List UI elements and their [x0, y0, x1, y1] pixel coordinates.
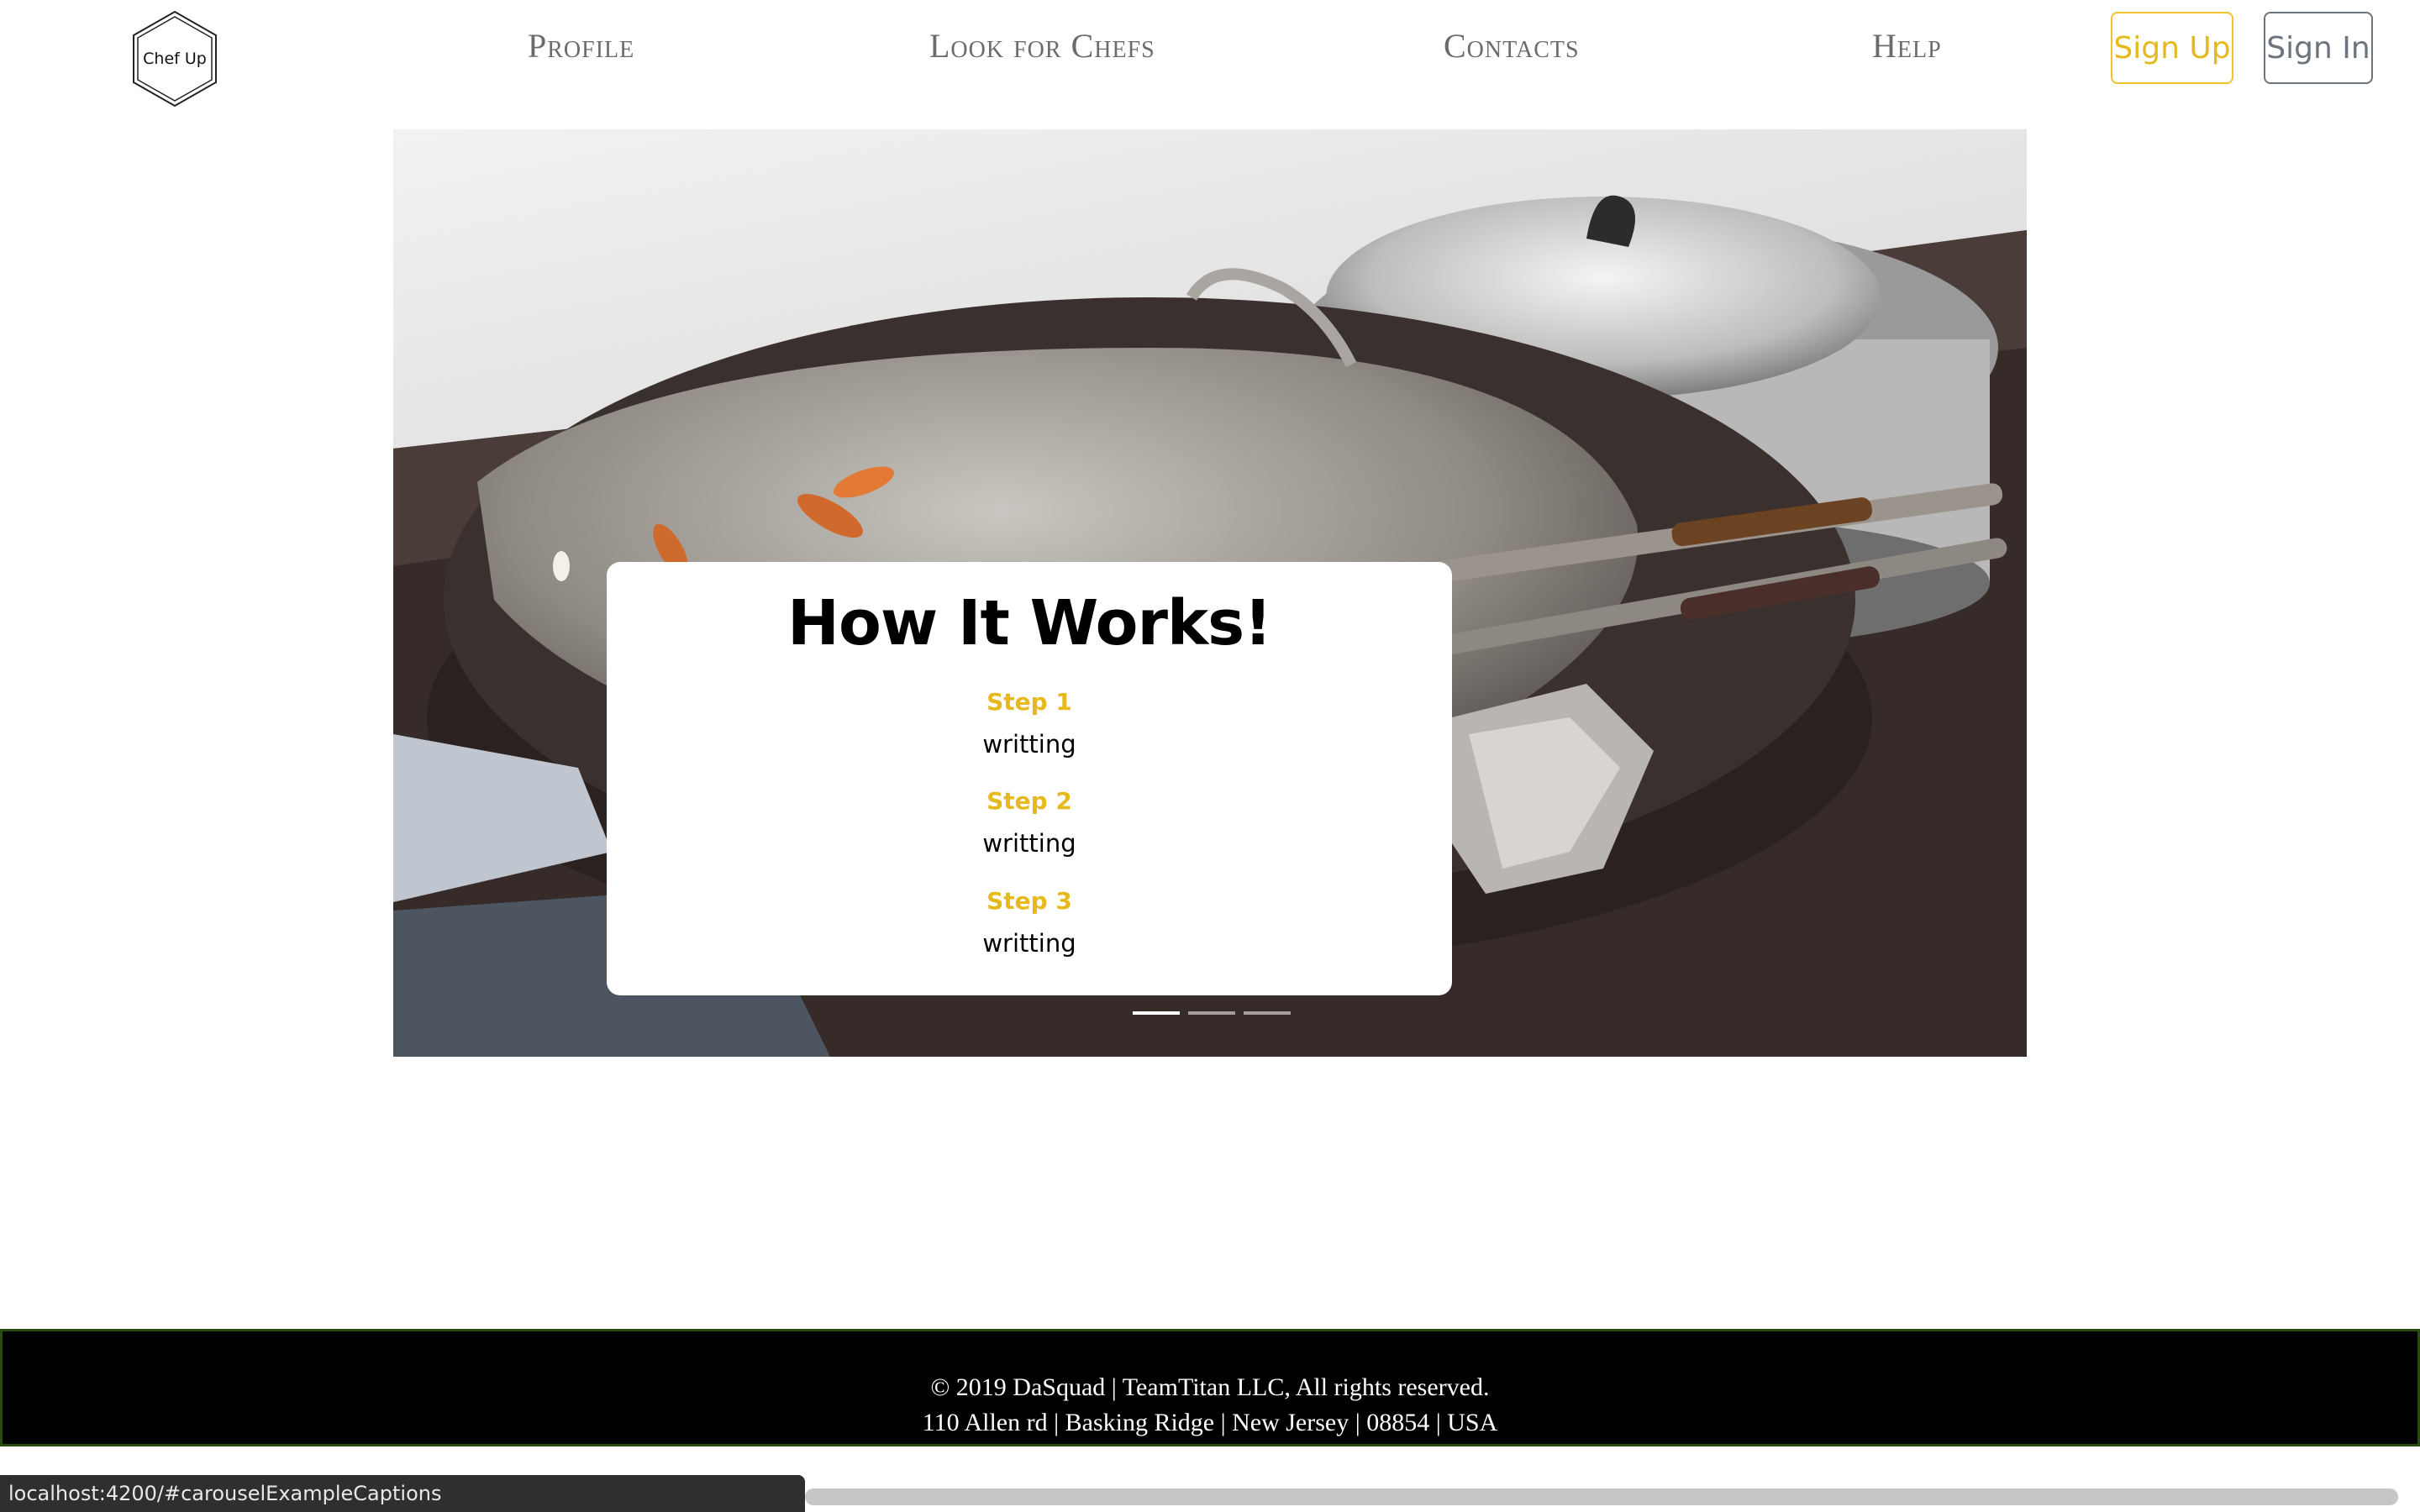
step-1-text: writting [982, 730, 1076, 759]
step-1-title: Step 1 [986, 688, 1072, 716]
sign-in-button[interactable]: Sign In [2264, 12, 2373, 84]
nav-link-profile[interactable]: Profile [528, 25, 634, 67]
brand-logo-text: Chef Up [143, 50, 207, 68]
nav-link-contacts[interactable]: Contacts [1444, 25, 1580, 67]
sign-up-button[interactable]: Sign Up [2111, 12, 2233, 84]
step-2-text: writting [982, 829, 1076, 858]
nav-link-help[interactable]: Help [1872, 25, 1942, 67]
carousel-caption-card: How It Works! Step 1 writting Step 2 wri… [607, 562, 1452, 995]
carousel-indicator-2[interactable] [1188, 1011, 1235, 1015]
brand-logo[interactable]: Chef Up [131, 10, 218, 108]
how-it-works-title: How It Works! [787, 587, 1272, 659]
footer-copyright: © 2019 DaSquad | TeamTitan LLC, All righ… [930, 1373, 1490, 1401]
step-3-text: writting [982, 929, 1076, 958]
carousel-indicators [1133, 1011, 1291, 1018]
navbar: Chef Up Profile Look for Chefs Contacts … [0, 0, 2420, 118]
horizontal-scrollbar[interactable] [805, 1488, 2398, 1505]
nav-link-look-for-chefs[interactable]: Look for Chefs [929, 25, 1155, 67]
footer: © 2019 DaSquad | TeamTitan LLC, All righ… [0, 1329, 2420, 1446]
footer-address: 110 Allen rd | Basking Ridge | New Jerse… [922, 1409, 1498, 1436]
step-3-title: Step 3 [986, 887, 1072, 915]
carousel-indicator-1[interactable] [1133, 1011, 1180, 1015]
browser-status-url: localhost:4200/#carouselExampleCaptions [0, 1475, 805, 1512]
step-2-title: Step 2 [986, 787, 1072, 815]
carousel-indicator-3[interactable] [1244, 1011, 1291, 1015]
how-it-works-carousel[interactable]: How It Works! Step 1 writting Step 2 wri… [393, 129, 2027, 1057]
